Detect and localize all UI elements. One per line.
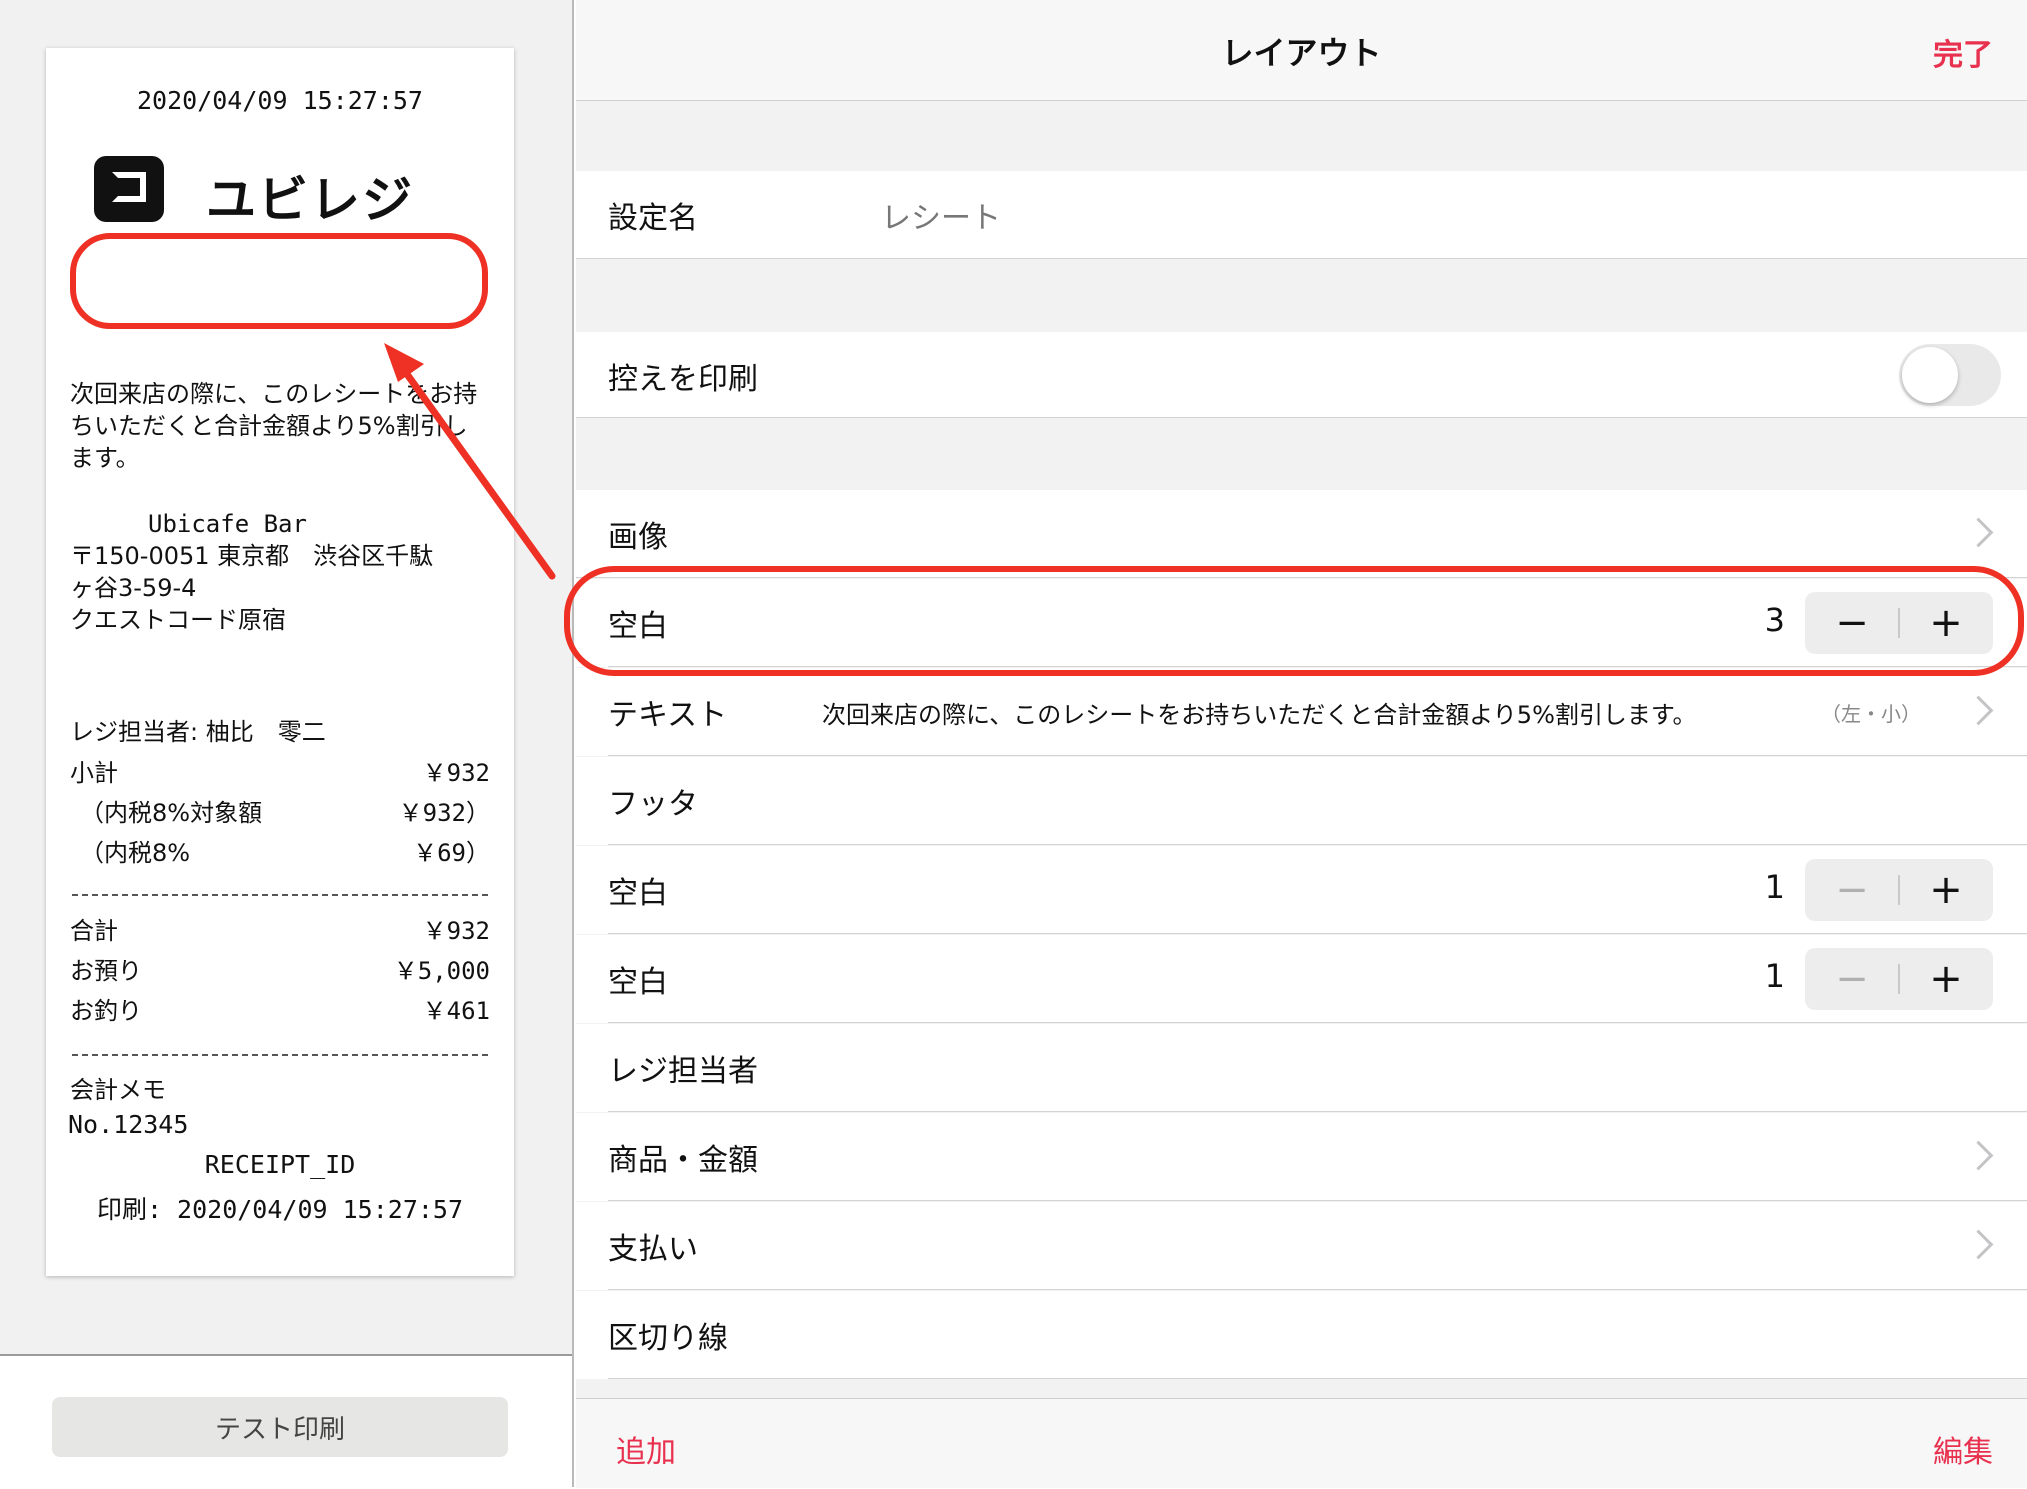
layout-item-label: 空白 <box>608 965 668 1000</box>
receipt-printed-time: 印刷: 2020/04/09 15:27:57 <box>96 1195 464 1224</box>
receipt-row: （内税8% ￥69） <box>70 832 490 868</box>
store-address-line3: クエストコード原宿 <box>70 606 286 634</box>
receipt-row: 合計 ￥932 <box>70 910 490 946</box>
receipt-cashier: レジ担当者: 柚比 零二 <box>70 718 326 746</box>
layout-item-cashier[interactable]: レジ担当者 <box>576 1024 2027 1112</box>
receipt-divider <box>72 1054 488 1056</box>
layout-item-blank[interactable]: 空白 1 − + <box>576 935 2027 1023</box>
layout-item-label: 区切り線 <box>608 1321 728 1356</box>
blank-count: 1 <box>1764 868 1785 906</box>
row-label: お釣り <box>70 996 142 1025</box>
add-button[interactable]: 追加 <box>616 1427 676 1471</box>
blank-stepper[interactable]: − + <box>1805 948 1993 1010</box>
store-address-line2: ヶ谷3-59-4 <box>70 574 197 602</box>
decrement-button[interactable]: − <box>1805 948 1899 1010</box>
blank-stepper[interactable]: − + <box>1805 592 1993 654</box>
layout-item-blank[interactable]: 空白 3 − + <box>576 579 2027 667</box>
chevron-right-icon <box>1963 1140 1994 1171</box>
page-title: レイアウト <box>1221 34 1382 72</box>
layout-item-image[interactable]: 画像 <box>576 490 2027 578</box>
receipt-row: 小計 ￥932 <box>70 752 490 788</box>
layout-item-label: 支払い <box>608 1232 698 1267</box>
print-copy-toggle[interactable] <box>1899 344 2001 406</box>
receipt-row: お預り ￥5,000 <box>70 950 490 986</box>
row-label: 小計 <box>70 758 118 787</box>
row-value: ￥932） <box>398 798 490 827</box>
receipt-store-info: Ubicafe Bar 〒150-0051 東京都 渋谷区千駄 ヶ谷3-59-4… <box>70 508 500 636</box>
chevron-right-icon <box>1963 695 1994 726</box>
layout-item-text[interactable]: テキスト 次回来店の際に、このレシートをお持ちいただくと合計金額より5%割引しま… <box>576 668 2027 756</box>
blank-count: 3 <box>1764 601 1785 639</box>
chevron-right-icon <box>1963 517 1994 548</box>
increment-button[interactable]: + <box>1899 592 1993 654</box>
receipt-preview-panel: 2020/04/09 15:27:57 ユビレジ 次回来店の際に、このレシートを… <box>0 0 574 1489</box>
receipt-memo-label: 会計メモ <box>70 1076 166 1104</box>
row-label: お預り <box>70 956 142 985</box>
edit-button[interactable]: 編集 <box>1933 1427 1993 1471</box>
decrement-button[interactable]: − <box>1805 859 1899 921</box>
setting-name-label: 設定名 <box>608 201 698 236</box>
layout-item-label: フッタ <box>608 787 698 822</box>
blank-space-highlight <box>70 233 488 329</box>
ubiregi-logo-icon <box>94 156 164 222</box>
receipt-id: RECEIPT_ID <box>204 1150 356 1179</box>
receipt-divider <box>72 894 488 896</box>
blank-count: 1 <box>1764 957 1785 995</box>
print-copy-label: 控えを印刷 <box>608 362 758 397</box>
decrement-button[interactable]: − <box>1805 592 1899 654</box>
row-value: ￥5,000 <box>393 956 490 985</box>
layout-item-label: 画像 <box>608 520 668 555</box>
done-button[interactable]: 完了 <box>1933 30 1993 74</box>
text-content: 次回来店の際に、このレシートをお持ちいただくと合計金額より5%割引します。 <box>822 701 1697 729</box>
increment-button[interactable]: + <box>1899 859 1993 921</box>
layout-item-payments[interactable]: 支払い <box>576 1202 2027 1290</box>
layout-item-divider-line[interactable]: 区切り線 <box>576 1291 2027 1379</box>
layout-item-products[interactable]: 商品・金額 <box>576 1113 2027 1201</box>
bottom-toolbar: 追加 編集 <box>576 1398 2027 1488</box>
receipt-preview: 2020/04/09 15:27:57 ユビレジ 次回来店の際に、このレシートを… <box>46 48 514 1276</box>
receipt-note: 次回来店の際に、このレシートをお持ちいただくと合計金額より5%割引します。 <box>70 380 478 472</box>
layout-item-footer[interactable]: フッタ <box>576 757 2027 845</box>
print-copy-row: 控えを印刷 <box>576 332 2027 418</box>
receipt-row: お釣り ￥461 <box>70 990 490 1026</box>
layout-item-blank[interactable]: 空白 1 − + <box>576 846 2027 934</box>
receipt-row: （内税8%対象額 ￥932） <box>70 792 490 828</box>
row-label: （内税8%対象額 <box>80 798 263 827</box>
layout-item-label: テキスト <box>608 698 728 733</box>
test-print-button[interactable]: テスト印刷 <box>52 1397 508 1457</box>
text-style: （左・小） <box>1821 702 1921 726</box>
receipt-logo-text: ユビレジ <box>206 171 414 229</box>
row-label: （内税8% <box>80 838 191 867</box>
row-label: 合計 <box>70 916 118 945</box>
row-value: ￥461 <box>422 996 490 1025</box>
blank-stepper[interactable]: − + <box>1805 859 1993 921</box>
store-name: Ubicafe Bar <box>148 510 307 538</box>
setting-name-value[interactable]: レシート <box>881 193 1001 237</box>
row-value: ￥932 <box>422 916 490 945</box>
row-value: ￥69） <box>413 838 490 867</box>
receipt-datetime: 2020/04/09 15:27:57 <box>137 86 423 115</box>
layout-item-label: 商品・金額 <box>608 1143 758 1178</box>
navigation-bar: レイアウト 完了 <box>576 0 2027 101</box>
increment-button[interactable]: + <box>1899 948 1993 1010</box>
row-value: ￥932 <box>422 758 490 787</box>
layout-item-label: レジ担当者 <box>608 1054 758 1089</box>
layout-settings-panel: レイアウト 完了 設定名 レシート 控えを印刷 画像 空白 3 − + テキスト… <box>576 0 2027 1488</box>
store-address-line1: 〒150-0051 東京都 渋谷区千駄 <box>70 542 434 570</box>
setting-name-row[interactable]: 設定名 レシート <box>576 171 2027 259</box>
layout-item-label: 空白 <box>608 609 668 644</box>
chevron-right-icon <box>1963 1229 1994 1260</box>
receipt-memo-value: No.12345 <box>68 1110 189 1139</box>
layout-item-label: 空白 <box>608 876 668 911</box>
